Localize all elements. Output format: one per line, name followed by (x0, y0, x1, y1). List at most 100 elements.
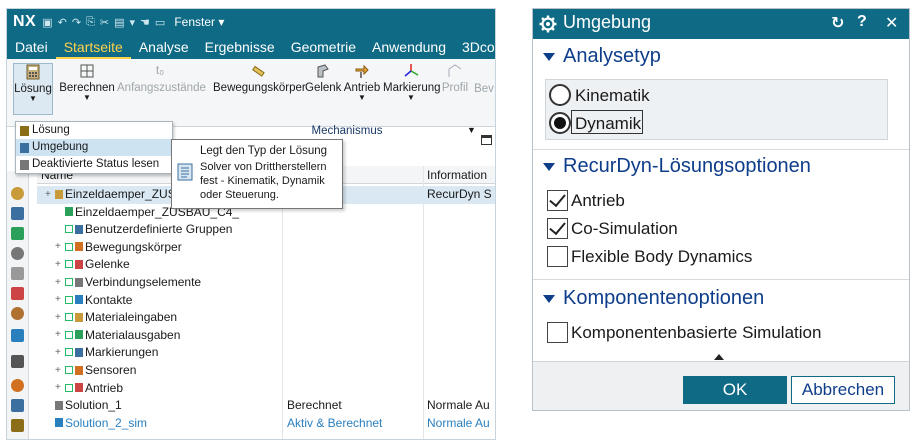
visibility-checkbox-icon[interactable] (65, 366, 73, 374)
expand-icon[interactable]: + (55, 365, 63, 376)
menu-anwendung[interactable]: Anwendung (364, 35, 454, 59)
resource-bar-icon[interactable] (11, 267, 24, 280)
cut-icon[interactable]: ✂ (100, 16, 109, 29)
bewegungskoerper-button[interactable]: Bewegungskörper (213, 63, 306, 94)
resource-bar-icon[interactable] (11, 307, 24, 320)
menu-analyse[interactable]: Analyse (131, 35, 197, 59)
checkbox-antrieb-label[interactable]: Antrieb (571, 191, 625, 211)
radio-kinematik-label[interactable]: Kinematik (575, 86, 650, 106)
visibility-checkbox-icon[interactable] (65, 225, 73, 234)
touch-icon[interactable]: ☚ (140, 16, 150, 29)
copy-icon[interactable]: ⎘ (86, 16, 95, 29)
radio-kinematik[interactable] (549, 84, 571, 106)
expand-icon[interactable]: + (55, 329, 63, 340)
visibility-checkbox-icon[interactable] (65, 260, 73, 269)
radio-dynamik[interactable] (549, 112, 571, 134)
maximize-icon[interactable] (481, 135, 492, 145)
resource-bar-icon[interactable] (11, 329, 24, 342)
expand-icon[interactable]: + (55, 347, 63, 358)
help-icon[interactable]: ? (857, 13, 867, 31)
tree-row[interactable]: + Verbindungselemente (37, 274, 495, 292)
checkbox-co-simulation[interactable] (547, 218, 568, 239)
section-analysetyp[interactable]: Analysetyp (533, 41, 909, 75)
gelenk-button[interactable]: Gelenk (305, 63, 341, 94)
reset-icon[interactable]: ↻ (831, 13, 844, 33)
resource-bar-icon[interactable] (11, 207, 24, 220)
visibility-checkbox-icon[interactable] (65, 330, 73, 339)
checkbox-komponentenbasiert-label[interactable]: Komponentenbasierte Simulation (571, 323, 821, 343)
expand-icon[interactable]: + (45, 189, 53, 200)
checkbox-antrieb[interactable] (547, 190, 568, 211)
checkbox-flexible-body[interactable] (547, 246, 568, 267)
antrieb-button[interactable]: Antrieb ▼ (343, 63, 381, 102)
tree-row[interactable]: Solution_2_sim Aktiv & Berechnet Normale A… (37, 415, 495, 433)
chevron-up-icon[interactable] (714, 354, 724, 360)
expand-icon[interactable]: + (55, 241, 63, 252)
expand-icon[interactable]: + (55, 294, 63, 305)
visibility-checkbox-icon[interactable] (65, 242, 73, 251)
driver-icon (355, 64, 369, 78)
more-icon[interactable]: ▾ (130, 16, 136, 29)
checkbox-komponentenbasiert[interactable] (547, 322, 568, 343)
window-icon[interactable]: ▭ (155, 16, 165, 29)
cancel-button[interactable]: Abbrechen (791, 376, 895, 404)
column-information[interactable]: Information (427, 168, 487, 182)
tree-row[interactable]: Benutzerdefinierte Gruppen (37, 221, 495, 239)
visibility-checkbox-icon[interactable] (65, 295, 73, 304)
save-icon[interactable]: ▣ (42, 16, 52, 29)
tree-row[interactable]: + Materialausgaben (37, 327, 495, 345)
tree-row[interactable]: + Materialeingaben (37, 309, 495, 327)
menu-item-icon (20, 125, 29, 136)
dropdown-item[interactable]: Umgebung (16, 139, 172, 156)
checkbox-flexible-body-label[interactable]: Flexible Body Dynamics (571, 247, 752, 267)
tree-row[interactable]: + Bewegungskörper (37, 239, 495, 257)
menu-datei[interactable]: Datei (7, 35, 56, 59)
expand-icon[interactable]: + (55, 277, 63, 288)
resource-bar-icon[interactable] (11, 355, 24, 368)
fenster-menu[interactable]: Fenster ▾ (174, 15, 224, 29)
anfangszustaende-button[interactable]: t₀ Anfangszustände (117, 63, 206, 94)
menu-geometrie[interactable]: Geometrie (283, 35, 364, 59)
expand-icon[interactable]: + (55, 259, 63, 270)
berechnen-button[interactable]: Berechnen ▼ (59, 63, 115, 102)
markierung-button[interactable]: Markierung ▼ (383, 63, 441, 102)
tree-row[interactable]: + Gelenke (37, 256, 495, 274)
resource-bar-icon[interactable] (11, 247, 24, 260)
profil-button[interactable]: Profil (441, 63, 469, 94)
loesung-button[interactable]: Lösung ▼ (13, 63, 53, 115)
resource-bar-icon[interactable] (11, 287, 24, 300)
menu-startseite[interactable]: Startseite (55, 35, 131, 59)
node-icon (75, 383, 83, 393)
tree-row[interactable]: + Kontakte (37, 292, 495, 310)
section-recurdyn[interactable]: RecurDyn-Lösungsoptionen (533, 151, 909, 185)
expand-icon[interactable]: + (55, 382, 63, 393)
visibility-checkbox-icon[interactable] (65, 313, 73, 322)
resource-bar-icon[interactable] (11, 379, 24, 392)
menu-3dconn[interactable]: 3Dconn (454, 35, 495, 59)
dropdown-item[interactable]: Lösung (16, 122, 172, 139)
tree-row-label: Solution_1 (65, 398, 122, 413)
resource-bar-icon[interactable] (11, 419, 24, 432)
resource-bar-icon[interactable] (11, 399, 24, 412)
visibility-checkbox-icon[interactable] (65, 383, 73, 392)
menu-ergebnisse[interactable]: Ergebnisse (197, 35, 283, 59)
resource-bar-icon[interactable] (11, 187, 24, 200)
bew-button[interactable]: Bev (473, 83, 495, 95)
paste-icon[interactable]: ▤ (114, 16, 124, 29)
visibility-checkbox-icon[interactable] (65, 278, 73, 286)
expand-icon[interactable]: + (55, 312, 63, 323)
checkbox-co-simulation-label[interactable]: Co-Simulation (571, 219, 678, 239)
tree-row[interactable]: Solution_1 Berechnet Normale Au (37, 397, 495, 415)
dropdown-item[interactable]: Deaktivierte Status lesen (16, 156, 172, 173)
section-komponenten[interactable]: Komponentenoptionen (533, 283, 909, 317)
ok-button[interactable]: OK (683, 376, 787, 404)
resource-bar-icon[interactable] (11, 227, 24, 240)
radio-dynamik-label[interactable]: Dynamik (575, 114, 641, 134)
undo-icon[interactable]: ↶ (58, 16, 67, 29)
close-icon[interactable]: ✕ (885, 13, 898, 33)
redo-icon[interactable]: ↷ (72, 16, 81, 29)
visibility-checkbox-icon[interactable] (65, 348, 73, 357)
tree-row[interactable]: + Antrieb (37, 380, 495, 398)
tree-row[interactable]: + Markierungen (37, 344, 495, 362)
tree-row[interactable]: + Sensoren (37, 362, 495, 380)
